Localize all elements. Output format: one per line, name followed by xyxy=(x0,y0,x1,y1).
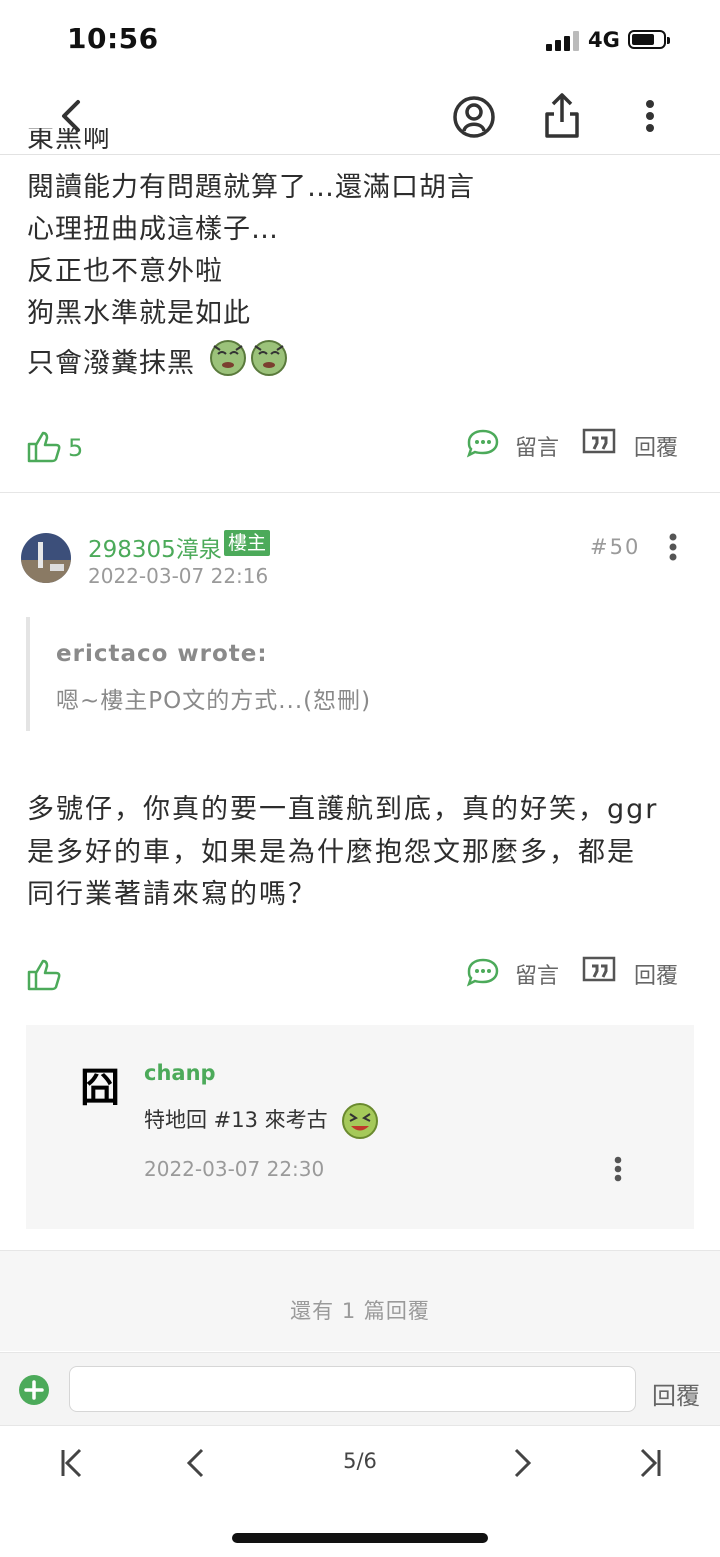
like-icon[interactable] xyxy=(26,430,62,464)
floor-number: #50 xyxy=(590,535,641,559)
comment-author[interactable]: chanp xyxy=(144,1061,216,1085)
owner-badge: 樓主 xyxy=(224,530,271,556)
next-page-icon[interactable] xyxy=(510,1446,534,1480)
send-reply-button[interactable]: 回覆 xyxy=(652,1376,700,1411)
post-author[interactable]: 298305漳泉 xyxy=(88,530,222,564)
status-time: 10:56 xyxy=(67,22,159,55)
quote-reply-icon[interactable] xyxy=(581,955,617,987)
comment-icon[interactable] xyxy=(466,957,500,987)
reply-button[interactable]: 回覆 xyxy=(634,958,678,990)
comment-button[interactable]: 留言 xyxy=(515,430,559,462)
add-icon[interactable] xyxy=(18,1374,50,1406)
post-prev-line: 閱讀能力有問題就算了…還滿口胡言 xyxy=(27,172,475,203)
quote-author: erictaco wrote: xyxy=(56,641,268,667)
post-line: 同行業著請來寫的嗎？ xyxy=(27,879,317,910)
signal-icon xyxy=(546,31,580,51)
reply-button[interactable]: 回覆 xyxy=(634,430,678,462)
quote-text: 嗯~樓主PO文的方式...(恕刪) xyxy=(56,688,372,714)
like-icon[interactable] xyxy=(26,958,62,992)
quote-bar xyxy=(26,617,30,731)
post-prev-line: 狗黑水準就是如此 xyxy=(27,298,251,329)
prev-page-icon[interactable] xyxy=(184,1446,208,1480)
avatar[interactable] xyxy=(20,532,72,584)
post-line: 多號仔，你真的要一直護航到底，真的好笑，ggr xyxy=(27,794,659,825)
home-indicator[interactable] xyxy=(232,1533,488,1543)
sick-emoji-icon xyxy=(210,340,287,376)
comment-button[interactable]: 留言 xyxy=(515,958,559,990)
battery-icon xyxy=(628,30,670,49)
comment-more-icon[interactable] xyxy=(610,1155,626,1185)
quote-reply-icon[interactable] xyxy=(581,427,617,459)
more-replies-link[interactable]: 還有 1 篇回覆 xyxy=(0,1295,720,1325)
comment-text: 特地回 #13 來考古 xyxy=(144,1108,328,1132)
comment-timestamp: 2022-03-07 22:30 xyxy=(144,1157,325,1181)
user-circle-icon[interactable] xyxy=(452,95,496,139)
post-prev-line: 心理扭曲成這樣子… xyxy=(27,214,279,245)
reply-input[interactable] xyxy=(69,1366,636,1412)
post-line: 是多好的車，如果是為什麼抱怨文那麼多，都是 xyxy=(27,837,636,868)
post-timestamp: 2022-03-07 22:16 xyxy=(88,564,269,588)
post-prev-line: 只會潑糞抹黑 xyxy=(27,348,195,379)
divider xyxy=(0,1425,720,1426)
network-label: 4G xyxy=(588,28,620,52)
comment-avatar[interactable]: 囧 xyxy=(80,1055,120,1113)
like-count: 5 xyxy=(68,434,84,462)
more-vertical-icon[interactable] xyxy=(640,98,660,138)
page-indicator: 5/6 xyxy=(343,1449,377,1473)
last-page-icon[interactable] xyxy=(636,1446,664,1480)
first-page-icon[interactable] xyxy=(58,1446,86,1480)
laugh-emoji-icon xyxy=(342,1103,378,1139)
post-more-icon[interactable] xyxy=(664,532,682,564)
post-prev-line: 反正也不意外啦 xyxy=(27,256,223,287)
post-cut-line: 東黑啊 xyxy=(27,128,111,154)
share-icon[interactable] xyxy=(542,92,582,140)
comment-icon[interactable] xyxy=(466,428,500,458)
divider xyxy=(0,492,720,493)
